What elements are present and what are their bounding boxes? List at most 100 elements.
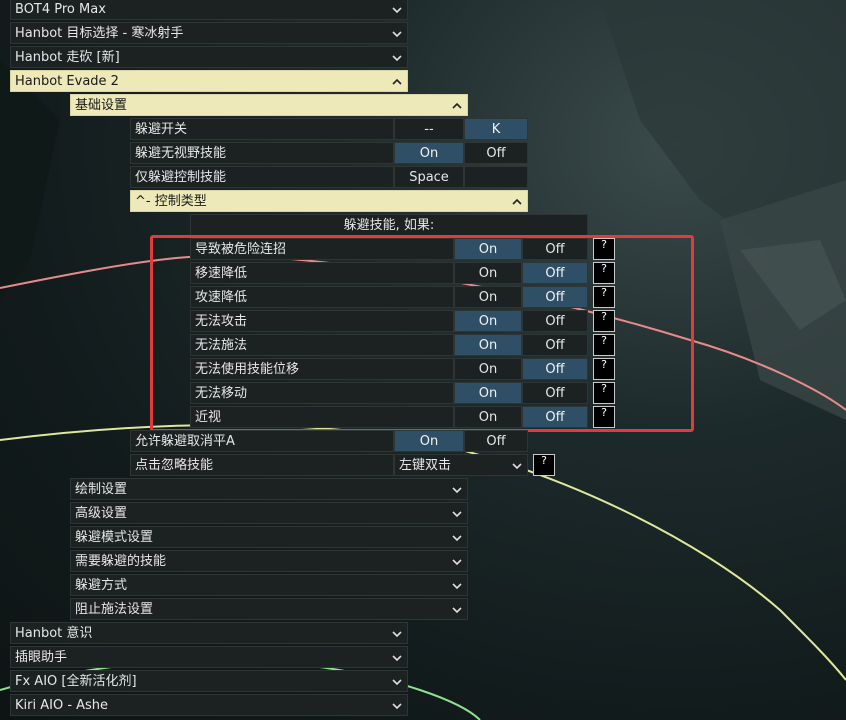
menu-label: BOT4 Pro Max xyxy=(15,2,106,17)
menu-fx-aio[interactable]: Fx AIO [全新活化剂] xyxy=(10,670,408,692)
condition-label: 导致被危险连招 xyxy=(195,242,287,257)
toggle-on[interactable]: On xyxy=(394,142,464,164)
condition-label: 攻速降低 xyxy=(195,290,248,305)
condition-row: 无法攻击 xyxy=(190,310,454,332)
toggle-on[interactable]: On xyxy=(454,286,522,308)
setting-allow-cancel-aa: 允许躲避取消平A xyxy=(130,430,394,452)
submenu-spells-to-dodge[interactable]: 需要躲避的技能 xyxy=(70,550,468,572)
key-option-space[interactable]: Space xyxy=(394,166,464,188)
toggle-off[interactable]: Off xyxy=(522,286,588,308)
submenu-drawing-settings[interactable]: 绘制设置 xyxy=(70,478,468,500)
setting-evade-no-vision: 躲避无视野技能 xyxy=(130,142,394,164)
submenu-label: 高级设置 xyxy=(75,506,128,521)
menu-evade-2[interactable]: Hanbot Evade 2 xyxy=(10,70,408,92)
submenu-dodge-method[interactable]: 躲避方式 xyxy=(70,574,468,596)
submenu-advanced-settings[interactable]: 高级设置 xyxy=(70,502,468,524)
setting-click-ignore: 点击忽略技能 xyxy=(130,454,394,476)
chevron-down-icon xyxy=(451,575,463,595)
dodge-if-header: 躲避技能, 如果: xyxy=(190,214,588,236)
menu-bot4-pro-max[interactable]: BOT4 Pro Max xyxy=(10,0,408,20)
chevron-up-icon xyxy=(391,71,403,91)
question-mark-icon[interactable]: ? xyxy=(593,334,615,356)
submenu-label: 躲避方式 xyxy=(75,578,128,593)
condition-row: 无法施法 xyxy=(190,334,454,356)
condition-row: 无法使用技能位移 xyxy=(190,358,454,380)
toggle-off[interactable]: Off xyxy=(522,382,588,404)
submenu-label: 需要躲避的技能 xyxy=(75,554,167,569)
condition-row: 移速降低 xyxy=(190,262,454,284)
condition-label: 无法施法 xyxy=(195,338,248,353)
menu-label: Hanbot 目标选择 - 寒冰射手 xyxy=(15,26,184,41)
question-mark-icon[interactable]: ? xyxy=(593,382,615,404)
toggle-off[interactable]: Off xyxy=(522,406,588,428)
question-mark-icon[interactable]: ? xyxy=(593,238,615,260)
chevron-down-icon xyxy=(451,479,463,499)
setting-only-cc: 仅躲避控制技能 xyxy=(130,166,394,188)
menu-label: 插眼助手 xyxy=(15,650,68,665)
toggle-off[interactable]: Off xyxy=(464,430,528,452)
chevron-down-icon xyxy=(391,623,403,643)
toggle-on[interactable]: On xyxy=(454,406,522,428)
chevron-down-icon xyxy=(391,0,403,19)
question-mark-icon[interactable]: ? xyxy=(593,262,615,284)
submenu-label: 阻止施法设置 xyxy=(75,602,154,617)
toggle-off[interactable]: Off xyxy=(522,310,588,332)
menu-orbwalker[interactable]: Hanbot 走砍 [新] xyxy=(10,46,408,68)
click-ignore-dropdown[interactable]: 左键双击 xyxy=(394,454,528,476)
submenu-label: 绘制设置 xyxy=(75,482,128,497)
toggle-off[interactable]: Off xyxy=(522,238,588,260)
setting-evade-toggle: 躲避开关 xyxy=(130,118,394,140)
toggle-off[interactable]: Off xyxy=(522,262,588,284)
question-mark-icon[interactable]: ? xyxy=(593,286,615,308)
key-option-empty[interactable] xyxy=(464,166,528,188)
toggle-on[interactable]: On xyxy=(454,238,522,260)
chevron-down-icon xyxy=(511,455,523,475)
condition-label: 无法攻击 xyxy=(195,314,248,329)
chevron-down-icon xyxy=(391,671,403,691)
key-option-k[interactable]: K xyxy=(464,118,528,140)
chevron-down-icon xyxy=(451,599,463,619)
menu-label: Hanbot 走砍 [新] xyxy=(15,50,120,65)
toggle-on[interactable]: On xyxy=(454,334,522,356)
key-option-unbound[interactable]: -- xyxy=(394,118,464,140)
toggle-on[interactable]: On xyxy=(454,310,522,332)
setting-label: 点击忽略技能 xyxy=(135,458,214,473)
toggle-on[interactable]: On xyxy=(454,358,522,380)
chevron-down-icon xyxy=(451,551,463,571)
toggle-off[interactable]: Off xyxy=(522,358,588,380)
menu-label: Hanbot 意识 xyxy=(15,626,93,641)
condition-label: 近视 xyxy=(195,410,222,425)
chevron-down-icon xyxy=(391,695,403,715)
submenu-basic-settings[interactable]: 基础设置 xyxy=(70,94,468,116)
question-mark-icon[interactable]: ? xyxy=(593,358,615,380)
toggle-off[interactable]: Off xyxy=(522,334,588,356)
condition-label: 无法使用技能位移 xyxy=(195,362,300,377)
toggle-off[interactable]: Off xyxy=(464,142,528,164)
menu-target-selector[interactable]: Hanbot 目标选择 - 寒冰射手 xyxy=(10,22,408,44)
menu-ward-helper[interactable]: 插眼助手 xyxy=(10,646,408,668)
submenu-block-casting[interactable]: 阻止施法设置 xyxy=(70,598,468,620)
question-mark-icon[interactable]: ? xyxy=(533,454,555,476)
script-menu: BOT4 Pro Max Hanbot 目标选择 - 寒冰射手 Hanbot 走… xyxy=(0,0,846,720)
toggle-on[interactable]: On xyxy=(454,382,522,404)
question-mark-icon[interactable]: ? xyxy=(593,310,615,332)
menu-label: Hanbot Evade 2 xyxy=(15,74,119,89)
submenu-label: ^- 控制类型 xyxy=(135,194,207,209)
setting-label: 仅躲避控制技能 xyxy=(135,170,227,185)
submenu-control-type[interactable]: ^- 控制类型 xyxy=(130,190,528,212)
toggle-on[interactable]: On xyxy=(454,262,522,284)
toggle-on[interactable]: On xyxy=(394,430,464,452)
menu-awareness[interactable]: Hanbot 意识 xyxy=(10,622,408,644)
question-mark-icon[interactable]: ? xyxy=(593,406,615,428)
submenu-evade-mode[interactable]: 躲避模式设置 xyxy=(70,526,468,548)
submenu-label: 躲避模式设置 xyxy=(75,530,154,545)
menu-label: Kiri AIO - Ashe xyxy=(15,698,109,713)
dropdown-value: 左键双击 xyxy=(399,458,452,473)
setting-label: 躲避无视野技能 xyxy=(135,146,227,161)
condition-label: 无法移动 xyxy=(195,386,248,401)
condition-label: 移速降低 xyxy=(195,266,248,281)
chevron-down-icon xyxy=(391,23,403,43)
menu-kiri-aio[interactable]: Kiri AIO - Ashe xyxy=(10,694,408,716)
chevron-down-icon xyxy=(451,527,463,547)
submenu-label: 基础设置 xyxy=(75,98,128,113)
